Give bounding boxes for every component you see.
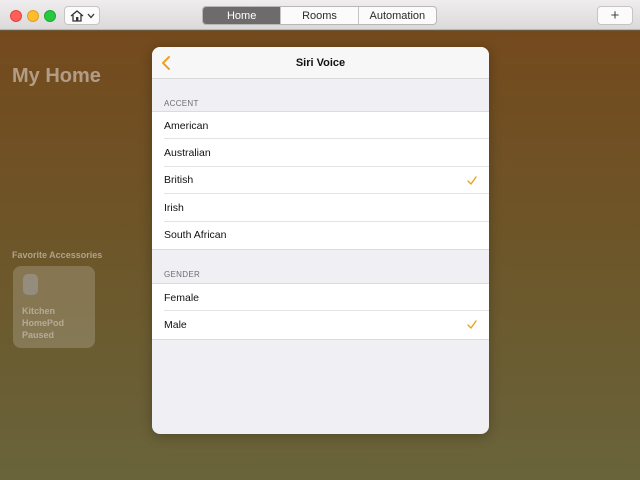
accent-option-australian[interactable]: Australian (152, 139, 489, 168)
minimize-window-button[interactable] (27, 10, 39, 22)
accessory-name: HomePod (22, 318, 65, 328)
accent-option-british[interactable]: British (152, 167, 489, 195)
accent-option-irish[interactable]: Irish (152, 194, 489, 222)
view-segmented-control: Home Rooms Automation (202, 6, 437, 25)
house-icon (70, 9, 83, 22)
checkmark-icon (467, 176, 477, 185)
sheet-nav-bar: Siri Voice (152, 47, 489, 79)
back-button[interactable] (158, 53, 176, 73)
checkmark-icon (467, 320, 477, 330)
sheet-title: Siri Voice (295, 57, 346, 69)
siri-voice-sheet: Siri Voice ACCENT American Australian Br… (152, 47, 489, 434)
page-title: My Home (12, 65, 101, 87)
home-picker-button[interactable] (64, 6, 100, 25)
accessory-room: Kitchen (22, 306, 56, 316)
gender-option-female[interactable]: Female (152, 284, 489, 312)
accent-option-south-african[interactable]: South African (152, 222, 489, 249)
close-window-button[interactable] (10, 10, 22, 22)
accent-section-header: ACCENT (164, 99, 199, 108)
gender-option-male[interactable]: Male (152, 311, 489, 338)
favorites-section-title: Favorite Accessories (12, 250, 103, 260)
maximize-window-button[interactable] (44, 10, 56, 22)
tab-rooms[interactable]: Rooms (281, 7, 359, 24)
chevron-left-icon (162, 56, 170, 70)
accent-option-american[interactable]: American (152, 112, 489, 140)
accessory-tile-kitchen-homepod[interactable]: Kitchen HomePod Paused (13, 266, 95, 348)
window-titlebar: Home Rooms Automation + (0, 0, 640, 30)
tab-home[interactable]: Home (203, 7, 282, 24)
homepod-icon (23, 274, 38, 295)
gender-list: Female Male (152, 283, 489, 340)
add-button[interactable]: + (597, 6, 633, 25)
accessory-status: Paused (22, 330, 55, 340)
accent-list: American Australian British Irish South … (152, 111, 489, 250)
gender-section-header: GENDER (164, 270, 201, 279)
tab-automation[interactable]: Automation (359, 7, 436, 24)
chevron-down-icon (87, 13, 94, 18)
